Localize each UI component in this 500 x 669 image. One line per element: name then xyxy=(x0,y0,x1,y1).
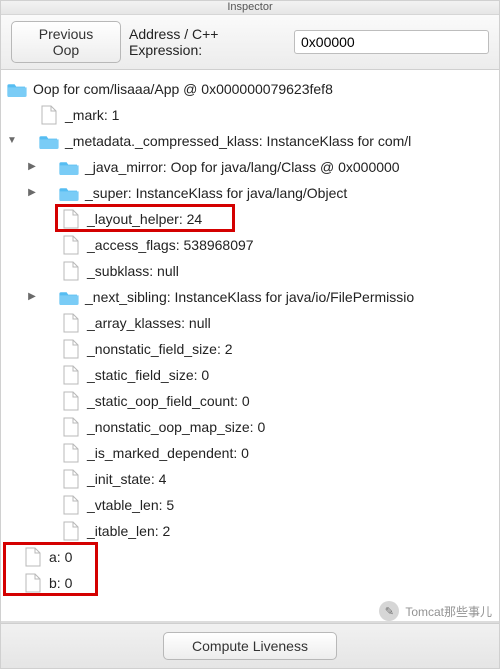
tree-row-mark[interactable]: _mark: 1 xyxy=(5,102,495,128)
file-icon xyxy=(61,209,81,229)
tree-label: _super: InstanceKlass for java/lang/Obje… xyxy=(85,180,347,206)
file-icon xyxy=(61,235,81,255)
tree-row-java-mirror[interactable]: ▶ _java_mirror: Oop for java/lang/Class … xyxy=(5,154,495,180)
tree-label: _init_state: 4 xyxy=(87,466,166,492)
tree-row-metadata[interactable]: ▼ _metadata._compressed_klass: InstanceK… xyxy=(5,128,495,154)
tree-row-nonstatic-field-size[interactable]: _nonstatic_field_size: 2 xyxy=(5,336,495,362)
folder-icon xyxy=(59,287,79,307)
title-bar: Inspector xyxy=(1,1,499,15)
chevron-right-icon[interactable]: ▶ xyxy=(25,160,39,174)
previous-oop-button[interactable]: Previous Oop xyxy=(11,21,121,63)
tree-label: _itable_len: 2 xyxy=(87,518,170,544)
tree-label: _metadata._compressed_klass: InstanceKla… xyxy=(65,128,411,154)
folder-icon xyxy=(59,183,79,203)
file-icon xyxy=(61,443,81,463)
tree-label: _java_mirror: Oop for java/lang/Class @ … xyxy=(85,154,400,180)
tree-label: _layout_helper: 24 xyxy=(87,206,202,232)
tree-label: a: 0 xyxy=(49,544,72,570)
tree-label: _is_marked_dependent: 0 xyxy=(87,440,249,466)
file-icon xyxy=(61,313,81,333)
file-icon xyxy=(61,521,81,541)
file-icon xyxy=(61,495,81,515)
watermark-text: Tomcat那些事儿 xyxy=(405,603,492,620)
file-icon xyxy=(61,391,81,411)
folder-icon xyxy=(59,157,79,177)
tree-row-root[interactable]: Oop for com/lisaaa/App @ 0x000000079623f… xyxy=(5,76,495,102)
chevron-right-icon[interactable]: ▶ xyxy=(25,186,39,200)
tree-row-static-oop-field-count[interactable]: _static_oop_field_count: 0 xyxy=(5,388,495,414)
tree-label: _access_flags: 538968097 xyxy=(87,232,254,258)
tree-label: _static_field_size: 0 xyxy=(87,362,209,388)
tree-row-static-field-size[interactable]: _static_field_size: 0 xyxy=(5,362,495,388)
folder-icon xyxy=(39,131,59,151)
tree-label: _vtable_len: 5 xyxy=(87,492,174,518)
file-icon xyxy=(61,417,81,437)
tree-row-b[interactable]: b: 0 xyxy=(5,570,495,596)
file-icon xyxy=(61,339,81,359)
bottom-bar: Compute Liveness xyxy=(1,623,499,668)
tree-label: _nonstatic_field_size: 2 xyxy=(87,336,233,362)
tree-row-itable-len[interactable]: _itable_len: 2 xyxy=(5,518,495,544)
tree-row-vtable-len[interactable]: _vtable_len: 5 xyxy=(5,492,495,518)
folder-icon xyxy=(7,79,27,99)
file-icon xyxy=(39,105,59,125)
tree-label: _next_sibling: InstanceKlass for java/io… xyxy=(85,284,414,310)
tree-row-subklass[interactable]: _subklass: null xyxy=(5,258,495,284)
file-icon xyxy=(61,469,81,489)
toolbar: Previous Oop Address / C++ Expression: xyxy=(1,15,499,70)
tree-row-a[interactable]: a: 0 xyxy=(5,544,495,570)
tree-label: Oop for com/lisaaa/App @ 0x000000079623f… xyxy=(33,76,333,102)
tree-row-is-marked-dependent[interactable]: _is_marked_dependent: 0 xyxy=(5,440,495,466)
tree-label: _mark: 1 xyxy=(65,102,119,128)
tree-row-next-sibling[interactable]: ▶ _next_sibling: InstanceKlass for java/… xyxy=(5,284,495,310)
tree-row-nonstatic-oop-map-size[interactable]: _nonstatic_oop_map_size: 0 xyxy=(5,414,495,440)
watermark: ✎ Tomcat那些事儿 xyxy=(379,601,492,621)
wechat-icon: ✎ xyxy=(379,601,399,621)
tree-view[interactable]: Oop for com/lisaaa/App @ 0x000000079623f… xyxy=(1,70,499,621)
file-icon xyxy=(23,573,43,593)
chevron-right-icon[interactable]: ▶ xyxy=(25,290,39,304)
file-icon xyxy=(61,261,81,281)
file-icon xyxy=(23,547,43,567)
window-title: Inspector xyxy=(227,1,272,13)
tree-label: b: 0 xyxy=(49,570,72,596)
inspector-window: Inspector Previous Oop Address / C++ Exp… xyxy=(0,0,500,669)
tree-label: _nonstatic_oop_map_size: 0 xyxy=(87,414,265,440)
tree-row-array-klasses[interactable]: _array_klasses: null xyxy=(5,310,495,336)
tree-row-layout-helper[interactable]: _layout_helper: 24 xyxy=(5,206,495,232)
address-input[interactable] xyxy=(294,30,489,54)
tree-label: _subklass: null xyxy=(87,258,179,284)
chevron-down-icon[interactable]: ▼ xyxy=(5,134,19,148)
tree-row-init-state[interactable]: _init_state: 4 xyxy=(5,466,495,492)
tree-row-access-flags[interactable]: _access_flags: 538968097 xyxy=(5,232,495,258)
tree-row-super[interactable]: ▶ _super: InstanceKlass for java/lang/Ob… xyxy=(5,180,495,206)
compute-liveness-button[interactable]: Compute Liveness xyxy=(163,632,337,660)
address-label: Address / C++ Expression: xyxy=(129,26,286,58)
file-icon xyxy=(61,365,81,385)
tree-label: _array_klasses: null xyxy=(87,310,211,336)
tree-label: _static_oop_field_count: 0 xyxy=(87,388,250,414)
